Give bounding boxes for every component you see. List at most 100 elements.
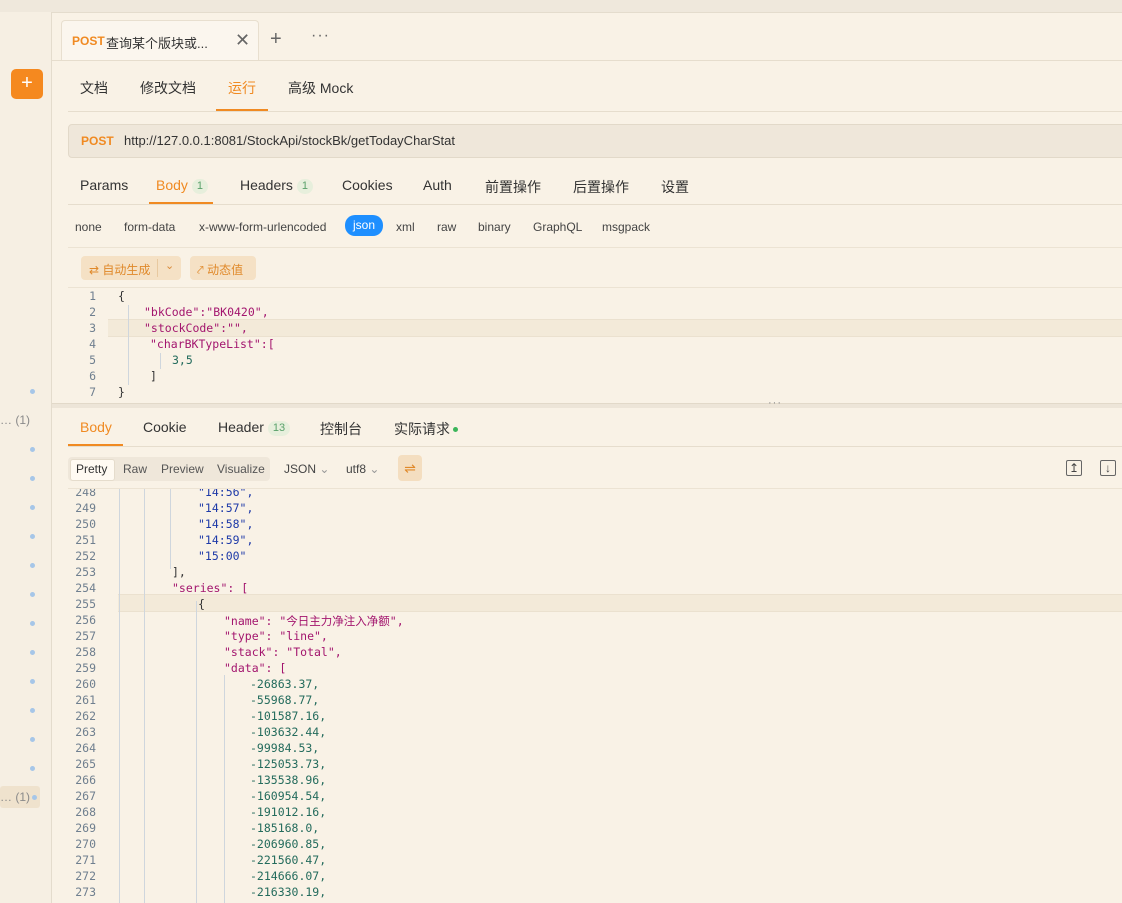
indent-guide xyxy=(119,489,120,903)
sidebar-dot[interactable] xyxy=(30,447,35,452)
sidebar-dot[interactable] xyxy=(30,476,35,481)
body-type-json[interactable]: json xyxy=(345,215,384,236)
url-input[interactable]: http://127.0.0.1:8081/StockApi/stockBk/g… xyxy=(124,133,455,148)
tab-cookies[interactable]: Cookies xyxy=(342,177,393,193)
tab-headers[interactable]: Headers 1 xyxy=(240,177,314,194)
tab-doc[interactable]: 文档 xyxy=(80,78,108,98)
tab-body[interactable]: Body 1 xyxy=(156,177,209,194)
sidebar-dot[interactable] xyxy=(30,592,35,597)
method-label[interactable]: POST xyxy=(81,134,114,148)
auto-generate-button[interactable]: ⇄ 自动生成 ⌄ xyxy=(81,256,181,280)
resp-tab-console[interactable]: 控制台 xyxy=(320,419,362,439)
scroll-top-icon[interactable]: ↥ xyxy=(1066,460,1082,476)
line-number: 263 xyxy=(75,725,96,739)
headers-count-badge: 1 xyxy=(296,179,314,194)
tab-edit-doc[interactable]: 修改文档 xyxy=(140,78,196,98)
tab-post-ops[interactable]: 后置操作 xyxy=(573,177,629,197)
body-type-binary[interactable]: binary xyxy=(478,220,511,234)
pane-splitter[interactable] xyxy=(52,403,1122,408)
body-count-badge: 1 xyxy=(191,179,209,194)
code-line: -160954.54, xyxy=(250,789,327,803)
sidebar-dot[interactable] xyxy=(30,650,35,655)
code-line: "type": "line", xyxy=(224,629,328,643)
sidebar-dot[interactable] xyxy=(30,389,35,394)
left-sidebar xyxy=(0,12,52,903)
chevron-down-icon[interactable]: ⌄ xyxy=(165,259,174,272)
view-pretty-button[interactable]: Pretty xyxy=(76,462,107,476)
download-icon[interactable]: ↓ xyxy=(1100,460,1116,476)
request-tab[interactable]: POST 查询某个版块或... ✕ xyxy=(61,20,259,61)
view-raw-button[interactable]: Raw xyxy=(123,462,147,476)
drag-handle-icon[interactable]: ··· xyxy=(768,397,782,409)
code-line: "14:59", xyxy=(198,533,254,547)
code-line: ], xyxy=(172,565,186,579)
sidebar-dot[interactable] xyxy=(30,737,35,742)
line-number: 265 xyxy=(75,757,96,771)
close-icon[interactable]: ✕ xyxy=(235,30,250,51)
line-number: 250 xyxy=(75,517,96,531)
line-number: 3 xyxy=(89,321,96,335)
code-line: -216330.19, xyxy=(250,885,327,899)
encoding-select[interactable]: utf8 ⌄ xyxy=(346,462,379,476)
view-visualize-button[interactable]: Visualize xyxy=(217,462,265,476)
body-type-graphql[interactable]: GraphQL xyxy=(533,220,582,234)
body-type-form-data[interactable]: form-data xyxy=(124,220,175,234)
resp-tab-header[interactable]: Header 13 xyxy=(218,419,291,436)
sidebar-dot[interactable] xyxy=(30,679,35,684)
code-line: "series": [ xyxy=(172,581,249,595)
line-number: 264 xyxy=(75,741,96,755)
format-select[interactable]: JSON ⌄ xyxy=(284,462,329,476)
request-body-editor[interactable]: 1 { 2 "bkCode":"BK0420", 3 "stockCode":"… xyxy=(68,289,1122,401)
line-number: 254 xyxy=(75,581,96,595)
sidebar-dot[interactable] xyxy=(32,795,37,800)
code-line: "stockCode":"", xyxy=(144,321,248,335)
tab-params[interactable]: Params xyxy=(80,177,128,193)
sidebar-dot[interactable] xyxy=(30,505,35,510)
resp-tab-cookie[interactable]: Cookie xyxy=(143,419,187,435)
url-bar[interactable]: POST http://127.0.0.1:8081/StockApi/stoc… xyxy=(68,124,1122,158)
line-number: 267 xyxy=(75,789,96,803)
line-number: 260 xyxy=(75,677,96,691)
sidebar-dot[interactable] xyxy=(30,708,35,713)
sidebar-dot[interactable] xyxy=(30,563,35,568)
body-type-xml[interactable]: xml xyxy=(396,220,415,234)
code-line: ] xyxy=(150,369,157,383)
add-tab-button[interactable]: + xyxy=(270,27,282,51)
code-line: "name": "今日主力净注入净额", xyxy=(224,614,404,628)
wrap-lines-icon[interactable]: ⇌ xyxy=(398,455,422,481)
view-preview-button[interactable]: Preview xyxy=(161,462,204,476)
sidebar-dot[interactable] xyxy=(30,534,35,539)
sidebar-item-count[interactable]: … (1) xyxy=(0,413,40,427)
body-type-raw[interactable]: raw xyxy=(437,220,456,234)
current-line-highlight xyxy=(118,594,1122,612)
line-number: 6 xyxy=(89,369,96,383)
code-line: -135538.96, xyxy=(250,773,327,787)
new-item-button[interactable]: + xyxy=(11,69,43,99)
line-number: 269 xyxy=(75,821,96,835)
tab-run[interactable]: 运行 xyxy=(228,78,256,98)
tab-settings[interactable]: 设置 xyxy=(661,177,689,197)
line-number: 1 xyxy=(89,289,96,303)
code-line: -125053.73, xyxy=(250,757,327,771)
line-number: 251 xyxy=(75,533,96,547)
tab-auth[interactable]: Auth xyxy=(423,177,452,193)
body-type-msgpack[interactable]: msgpack xyxy=(602,220,650,234)
window-top-strip xyxy=(0,0,1122,13)
tab-advanced-mock[interactable]: 高级 Mock xyxy=(288,78,353,98)
response-body-viewer[interactable]: 248 "14:56", 249 "14:57", 250 "14:58", 2… xyxy=(68,489,1122,903)
code-line: -99984.53, xyxy=(250,741,320,755)
code-line: "14:57", xyxy=(198,501,254,515)
resp-tab-actual-request[interactable]: 实际请求 xyxy=(394,419,458,439)
dynamic-value-button[interactable]: ⤤ 动态值 xyxy=(190,256,256,280)
body-type-urlencoded[interactable]: x-www-form-urlencoded xyxy=(199,220,326,234)
more-icon[interactable]: ··· xyxy=(311,27,330,45)
body-type-none[interactable]: none xyxy=(75,220,102,234)
resp-tab-body[interactable]: Body xyxy=(80,419,112,435)
sidebar-dot[interactable] xyxy=(30,766,35,771)
line-number: 262 xyxy=(75,709,96,723)
line-number: 273 xyxy=(75,885,96,899)
chevron-down-icon: ⌄ xyxy=(369,462,380,476)
sidebar-dot[interactable] xyxy=(30,621,35,626)
tab-pre-ops[interactable]: 前置操作 xyxy=(485,177,541,197)
divider xyxy=(68,287,1122,288)
